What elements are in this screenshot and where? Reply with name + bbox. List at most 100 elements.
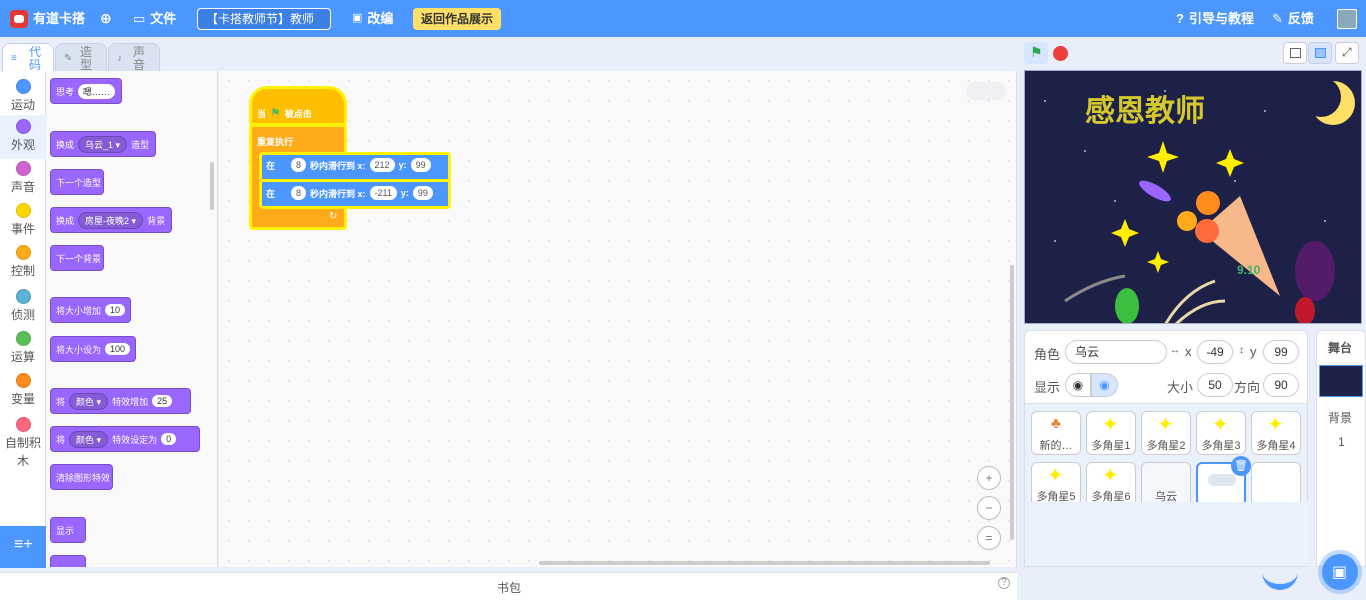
star-icon: ✦ <box>1157 414 1174 436</box>
block-set-size[interactable]: 将大小设为 100 <box>50 336 136 362</box>
block-input[interactable]: 100 <box>105 343 131 355</box>
tab-costumes[interactable]: ✎ 造型 <box>55 43 107 72</box>
category-sensing[interactable]: 侦测 <box>0 285 46 327</box>
bouquet-icon: ♣ <box>1051 415 1061 432</box>
size-label: 大小 <box>1167 380 1194 395</box>
zoom-out-icon: − <box>985 501 993 515</box>
sprite-thumbnail[interactable]: ✦ 多角星3 <box>1196 411 1246 455</box>
block-clear-effects[interactable]: 清除图形特效 <box>50 464 113 490</box>
backpack-bar[interactable]: 书包 ? <box>0 572 1017 600</box>
block-input[interactable]: 0 <box>161 433 177 445</box>
block-hide[interactable] <box>50 555 86 567</box>
costume-dropdown[interactable]: 乌云_1 ▾ <box>78 135 128 153</box>
glide-y-input[interactable]: 99 <box>412 186 433 200</box>
file-menu[interactable]: ▭ 文件 <box>133 0 176 37</box>
zoom-out-button[interactable]: − <box>977 496 1001 520</box>
stage-date-text: 9.10 <box>1237 263 1261 277</box>
small-stage-button[interactable] <box>1283 42 1307 64</box>
large-stage-button[interactable] <box>1308 42 1332 64</box>
effect-dropdown[interactable]: 颜色 ▾ <box>69 392 109 410</box>
language-button[interactable]: ⊕ <box>100 0 112 37</box>
category-motion[interactable]: 运动 <box>0 75 46 115</box>
logo[interactable]: 有道卡搭 <box>10 0 85 37</box>
sprite-thumbnail[interactable]: ♣ 新的… <box>1031 411 1081 455</box>
star-icon: ✦ <box>1102 414 1119 436</box>
fullscreen-button[interactable]: ⤢ <box>1335 42 1359 64</box>
block-input[interactable]: 10 <box>105 304 126 316</box>
stage-canvas[interactable]: 感恩教师 9.10 <box>1024 70 1362 324</box>
delete-sprite-button[interactable]: 🗑 <box>1231 456 1251 476</box>
block-change-size[interactable]: 将大小增加 10 <box>50 297 131 323</box>
sprite-y-input[interactable]: 99 <box>1263 340 1299 364</box>
category-sound[interactable]: 声音 <box>0 159 46 201</box>
stop-button[interactable] <box>1050 42 1074 64</box>
zoom-reset-button[interactable]: = <box>977 526 1001 550</box>
project-title-input[interactable]: 【卡搭教师节】教师 <box>197 8 331 30</box>
glide-secs-input[interactable]: 8 <box>291 186 307 200</box>
workspace-horizontal-scrollbar[interactable] <box>539 561 990 565</box>
sprite-thumbnail[interactable]: ✦ 多角星6 <box>1086 462 1136 506</box>
help-icon[interactable]: ? <box>998 577 1010 589</box>
block-next-costume[interactable]: 下一个造型 <box>50 169 104 195</box>
star-icon: ✦ <box>1102 465 1119 487</box>
sprite-thumbnail[interactable]: ✦ 多角星5 <box>1031 462 1081 506</box>
glide-block-2-text: 在 8 秒内滑行到 x: -211 y: 99 <box>266 186 433 200</box>
block-show[interactable]: 显示 <box>50 517 86 543</box>
category-dot-icon <box>15 417 31 432</box>
block-input[interactable]: 嗯…… <box>78 83 116 99</box>
feedback-button[interactable]: ✎ 反馈 <box>1272 0 1314 37</box>
block-next-backdrop[interactable]: 下一个背景 <box>50 245 104 271</box>
category-variables[interactable]: 变量 <box>0 369 46 411</box>
glide-x-input[interactable]: -211 <box>369 186 397 200</box>
tutorial-button[interactable]: ? 引导与教程 <box>1176 0 1254 37</box>
sprite-direction-input[interactable]: 90 <box>1263 373 1299 397</box>
stage-panel-title: 舞台 <box>1328 341 1353 355</box>
show-visible-toggle[interactable]: ◉ <box>1065 373 1091 397</box>
category-control[interactable]: 控制 <box>0 243 46 285</box>
block-set-effect[interactable]: 将颜色 ▾ 特效设定为 0 <box>50 426 200 452</box>
sprite-name-input[interactable]: 乌云 <box>1065 340 1167 364</box>
sprite-thumbnail[interactable]: ✦ 多角星2 <box>1141 411 1191 455</box>
effect-dropdown[interactable]: 颜色 ▾ <box>69 430 109 448</box>
category-operators[interactable]: 运算 <box>0 327 46 369</box>
sprite-size-input[interactable]: 50 <box>1197 373 1233 397</box>
palette-scrollbar[interactable] <box>210 162 214 210</box>
zoom-in-button[interactable]: + <box>977 466 1001 490</box>
category-events[interactable]: 事件 <box>0 201 46 243</box>
add-backdrop-button[interactable]: ▣ <box>1322 554 1358 590</box>
glide-x-input[interactable]: 212 <box>369 158 395 172</box>
edit-icon: ✎ <box>1272 11 1283 26</box>
category-looks[interactable]: 外观 <box>0 115 46 159</box>
category-dot-icon <box>15 373 31 388</box>
block-change-effect[interactable]: 将颜色 ▾ 特效增加 25 <box>50 388 191 414</box>
return-to-showcase-button[interactable]: 返回作品展示 <box>413 8 501 30</box>
workspace-vertical-scrollbar[interactable] <box>1010 265 1014 540</box>
sprite-thumbnail[interactable]: ✦ 多角星4 <box>1251 411 1301 455</box>
eye-icon: ◉ <box>1072 378 1084 392</box>
backdrop-thumbnail[interactable] <box>1319 365 1363 397</box>
add-extension-button[interactable]: ≡+ <box>0 526 46 568</box>
tab-sounds[interactable]: ♪ 声音 <box>108 43 160 72</box>
block-input[interactable]: 25 <box>152 395 173 407</box>
block-switch-backdrop[interactable]: 换成 房屋-夜晚2 ▾ 背景 <box>50 207 172 233</box>
glide-secs-input[interactable]: 8 <box>291 158 307 172</box>
small-stage-icon <box>1290 48 1301 58</box>
sprite-thumbnail[interactable]: 乌云 <box>1141 462 1191 506</box>
backdrop-dropdown[interactable]: 房屋-夜晚2 ▾ <box>78 211 144 229</box>
show-hidden-toggle[interactable]: ◉ <box>1091 373 1118 397</box>
category-my-blocks[interactable]: 自制积木 <box>0 413 46 469</box>
stage-selector[interactable]: 舞台 背景 1 <box>1316 330 1366 567</box>
tab-code[interactable]: ≡ 代码 <box>2 43 54 72</box>
sprite-thumbnail[interactable]: ✦ 多角星1 <box>1086 411 1136 455</box>
block-think[interactable]: 思考 嗯…… <box>50 78 122 104</box>
code-icon: ≡ <box>11 53 17 64</box>
star-icon: ✦ <box>1267 414 1284 436</box>
block-label: 换成 <box>56 215 75 226</box>
avatar[interactable] <box>1337 9 1357 29</box>
sprite-thumbnail[interactable] <box>1251 462 1301 506</box>
remix-button[interactable]: ▣ 改编 <box>352 0 393 37</box>
block-switch-costume[interactable]: 换成 乌云_1 ▾ 造型 <box>50 131 156 157</box>
green-flag-button[interactable]: ⚑ <box>1024 42 1048 64</box>
glide-y-input[interactable]: 99 <box>410 158 431 172</box>
sprite-x-input[interactable]: -49 <box>1197 340 1233 364</box>
